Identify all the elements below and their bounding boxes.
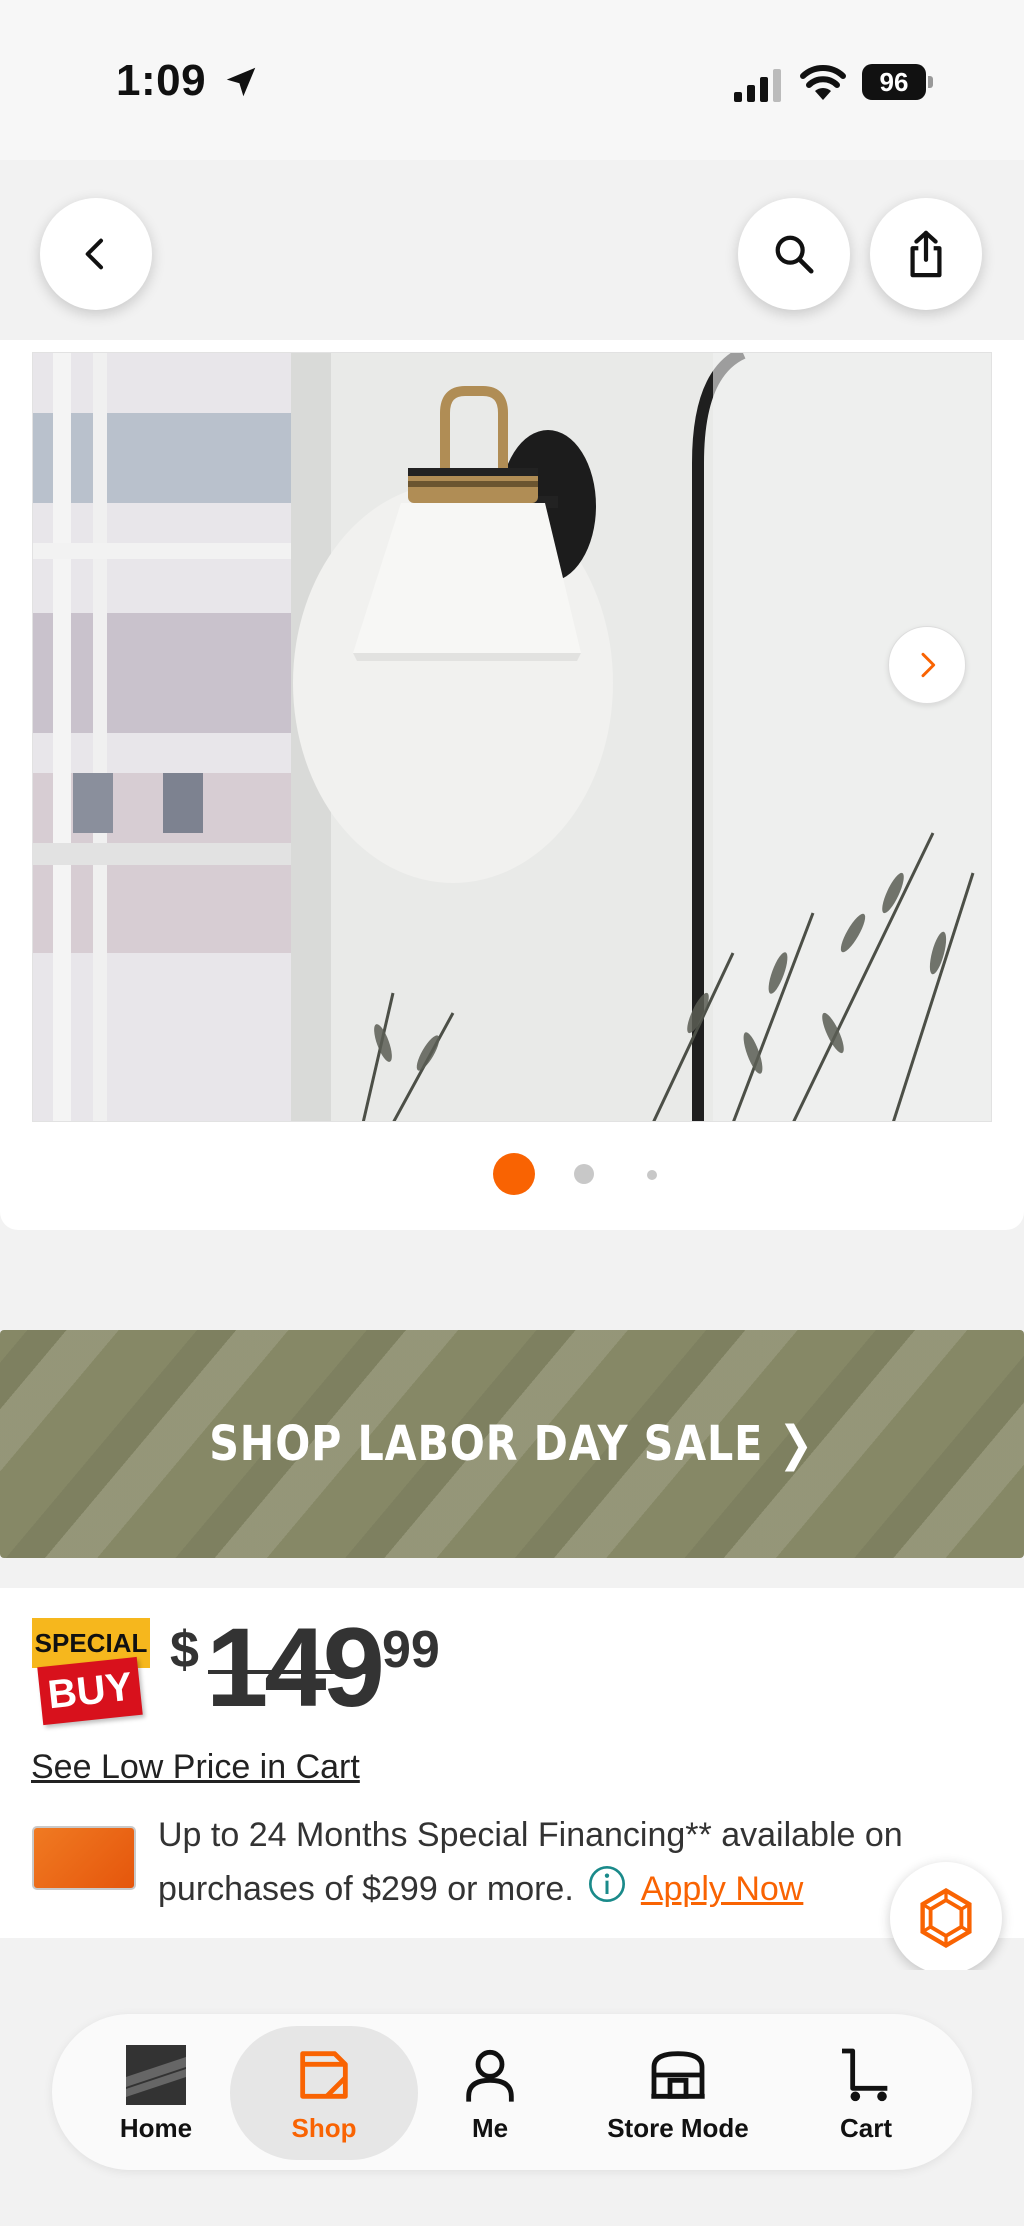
next-image-button[interactable] bbox=[888, 626, 966, 704]
tab-home-label: Home bbox=[119, 2112, 193, 2143]
search-button[interactable] bbox=[738, 198, 850, 310]
price-strikethrough bbox=[208, 1670, 378, 1674]
cellular-signal-icon bbox=[734, 69, 781, 102]
info-icon[interactable] bbox=[587, 1864, 627, 1904]
see-low-price-link[interactable]: See Low Price in Cart bbox=[31, 1748, 360, 1787]
back-button[interactable] bbox=[40, 198, 152, 310]
search-icon bbox=[775, 235, 814, 274]
share-button[interactable] bbox=[870, 198, 982, 310]
price-cents: 99 bbox=[382, 1621, 440, 1679]
battery-cap bbox=[928, 76, 933, 88]
special-buy-badge: SPECIAL BUY bbox=[32, 1618, 152, 1728]
carousel-dot[interactable] bbox=[574, 1164, 594, 1184]
credit-card-icon bbox=[32, 1826, 136, 1890]
price-whole: 149 bbox=[206, 1605, 385, 1730]
chevron-right-icon bbox=[921, 652, 936, 678]
cart-icon bbox=[842, 2048, 888, 2101]
carousel-dot[interactable] bbox=[647, 1170, 657, 1180]
tab-store-mode[interactable]: Store Mode bbox=[590, 2026, 766, 2160]
tab-store-mode-label: Store Mode bbox=[607, 2112, 749, 2143]
carousel-dot-active[interactable] bbox=[493, 1153, 535, 1195]
chat-assistant-button[interactable] bbox=[890, 1862, 1002, 1974]
user-icon bbox=[466, 2049, 514, 2102]
store-icon bbox=[651, 2050, 705, 2099]
location-arrow-icon bbox=[226, 67, 256, 97]
home-depot-logo-icon bbox=[126, 2044, 186, 2105]
hexagon-icon bbox=[920, 1887, 972, 1949]
tab-cart-label: Cart bbox=[839, 2112, 892, 2143]
chevron-left-icon bbox=[85, 238, 103, 270]
labor-day-sale-banner[interactable]: SHOP LABOR DAY SALE ❯ bbox=[0, 1330, 1024, 1558]
wifi-icon bbox=[800, 65, 846, 100]
promo-label: SHOP LABOR DAY SALE ❯ bbox=[209, 1416, 815, 1472]
status-time: 1:09 bbox=[116, 56, 207, 105]
product-image[interactable] bbox=[32, 352, 992, 1122]
tab-shop-label: Shop bbox=[291, 2112, 357, 2143]
tab-home[interactable]: Home bbox=[100, 2026, 212, 2160]
battery-indicator: 96 bbox=[862, 64, 933, 100]
status-bar: 1:09 96 bbox=[0, 0, 1024, 160]
tab-cart[interactable]: Cart bbox=[816, 2026, 916, 2160]
share-icon bbox=[910, 230, 942, 278]
tab-me-label: Me bbox=[471, 2112, 509, 2143]
price-dollar-sign: $ bbox=[170, 1621, 199, 1679]
battery-level: 96 bbox=[862, 64, 926, 100]
tab-shop[interactable]: Shop bbox=[230, 2026, 418, 2160]
tab-me[interactable]: Me bbox=[440, 2026, 540, 2160]
wall-sconce-photo bbox=[33, 353, 991, 1121]
financing-offer: Up to 24 Months Special Financing** avai… bbox=[158, 1808, 978, 1916]
special-badge-bottom: BUY bbox=[37, 1656, 143, 1726]
apply-now-link[interactable]: Apply Now bbox=[641, 1870, 804, 1908]
shopping-bag-icon bbox=[300, 2050, 348, 2099]
